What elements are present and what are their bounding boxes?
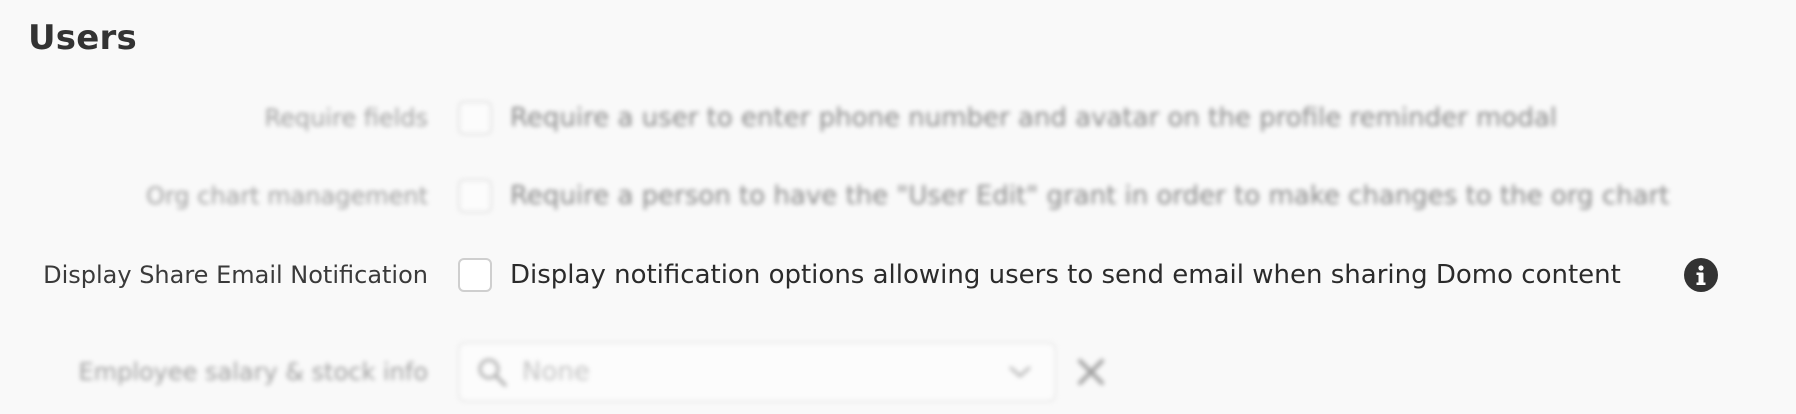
salary-stock-label: Employee salary & stock info [78, 358, 428, 386]
require-fields-label: Require fields [264, 104, 429, 132]
chevron-down-icon[interactable] [1008, 364, 1032, 380]
share-email-description: Display notification options allowing us… [510, 260, 1621, 290]
select-value: None [522, 357, 590, 387]
share-email-label: Display Share Email Notification [43, 261, 428, 289]
require-fields-checkbox[interactable] [458, 101, 492, 135]
setting-row-salary-stock: Employee salary & stock info None [0, 342, 1796, 402]
section-title: Users [28, 18, 137, 58]
org-chart-description: Require a person to have the "User Edit"… [510, 181, 1670, 211]
setting-row-share-email: Display Share Email Notification Display… [0, 253, 1796, 297]
setting-row-org-chart: Org chart management Require a person to… [0, 174, 1796, 218]
info-icon[interactable] [1684, 258, 1718, 292]
users-settings-page: Users Require fields Require a user to e… [0, 0, 1796, 414]
salary-stock-select[interactable]: None [458, 342, 1056, 402]
close-icon[interactable] [1074, 355, 1108, 389]
require-fields-description: Require a user to enter phone number and… [510, 103, 1557, 133]
org-chart-checkbox[interactable] [458, 179, 492, 213]
setting-row-require-fields: Require fields Require a user to enter p… [0, 96, 1796, 140]
org-chart-label: Org chart management [146, 182, 428, 210]
search-icon [478, 358, 507, 387]
share-email-checkbox[interactable] [458, 258, 492, 292]
